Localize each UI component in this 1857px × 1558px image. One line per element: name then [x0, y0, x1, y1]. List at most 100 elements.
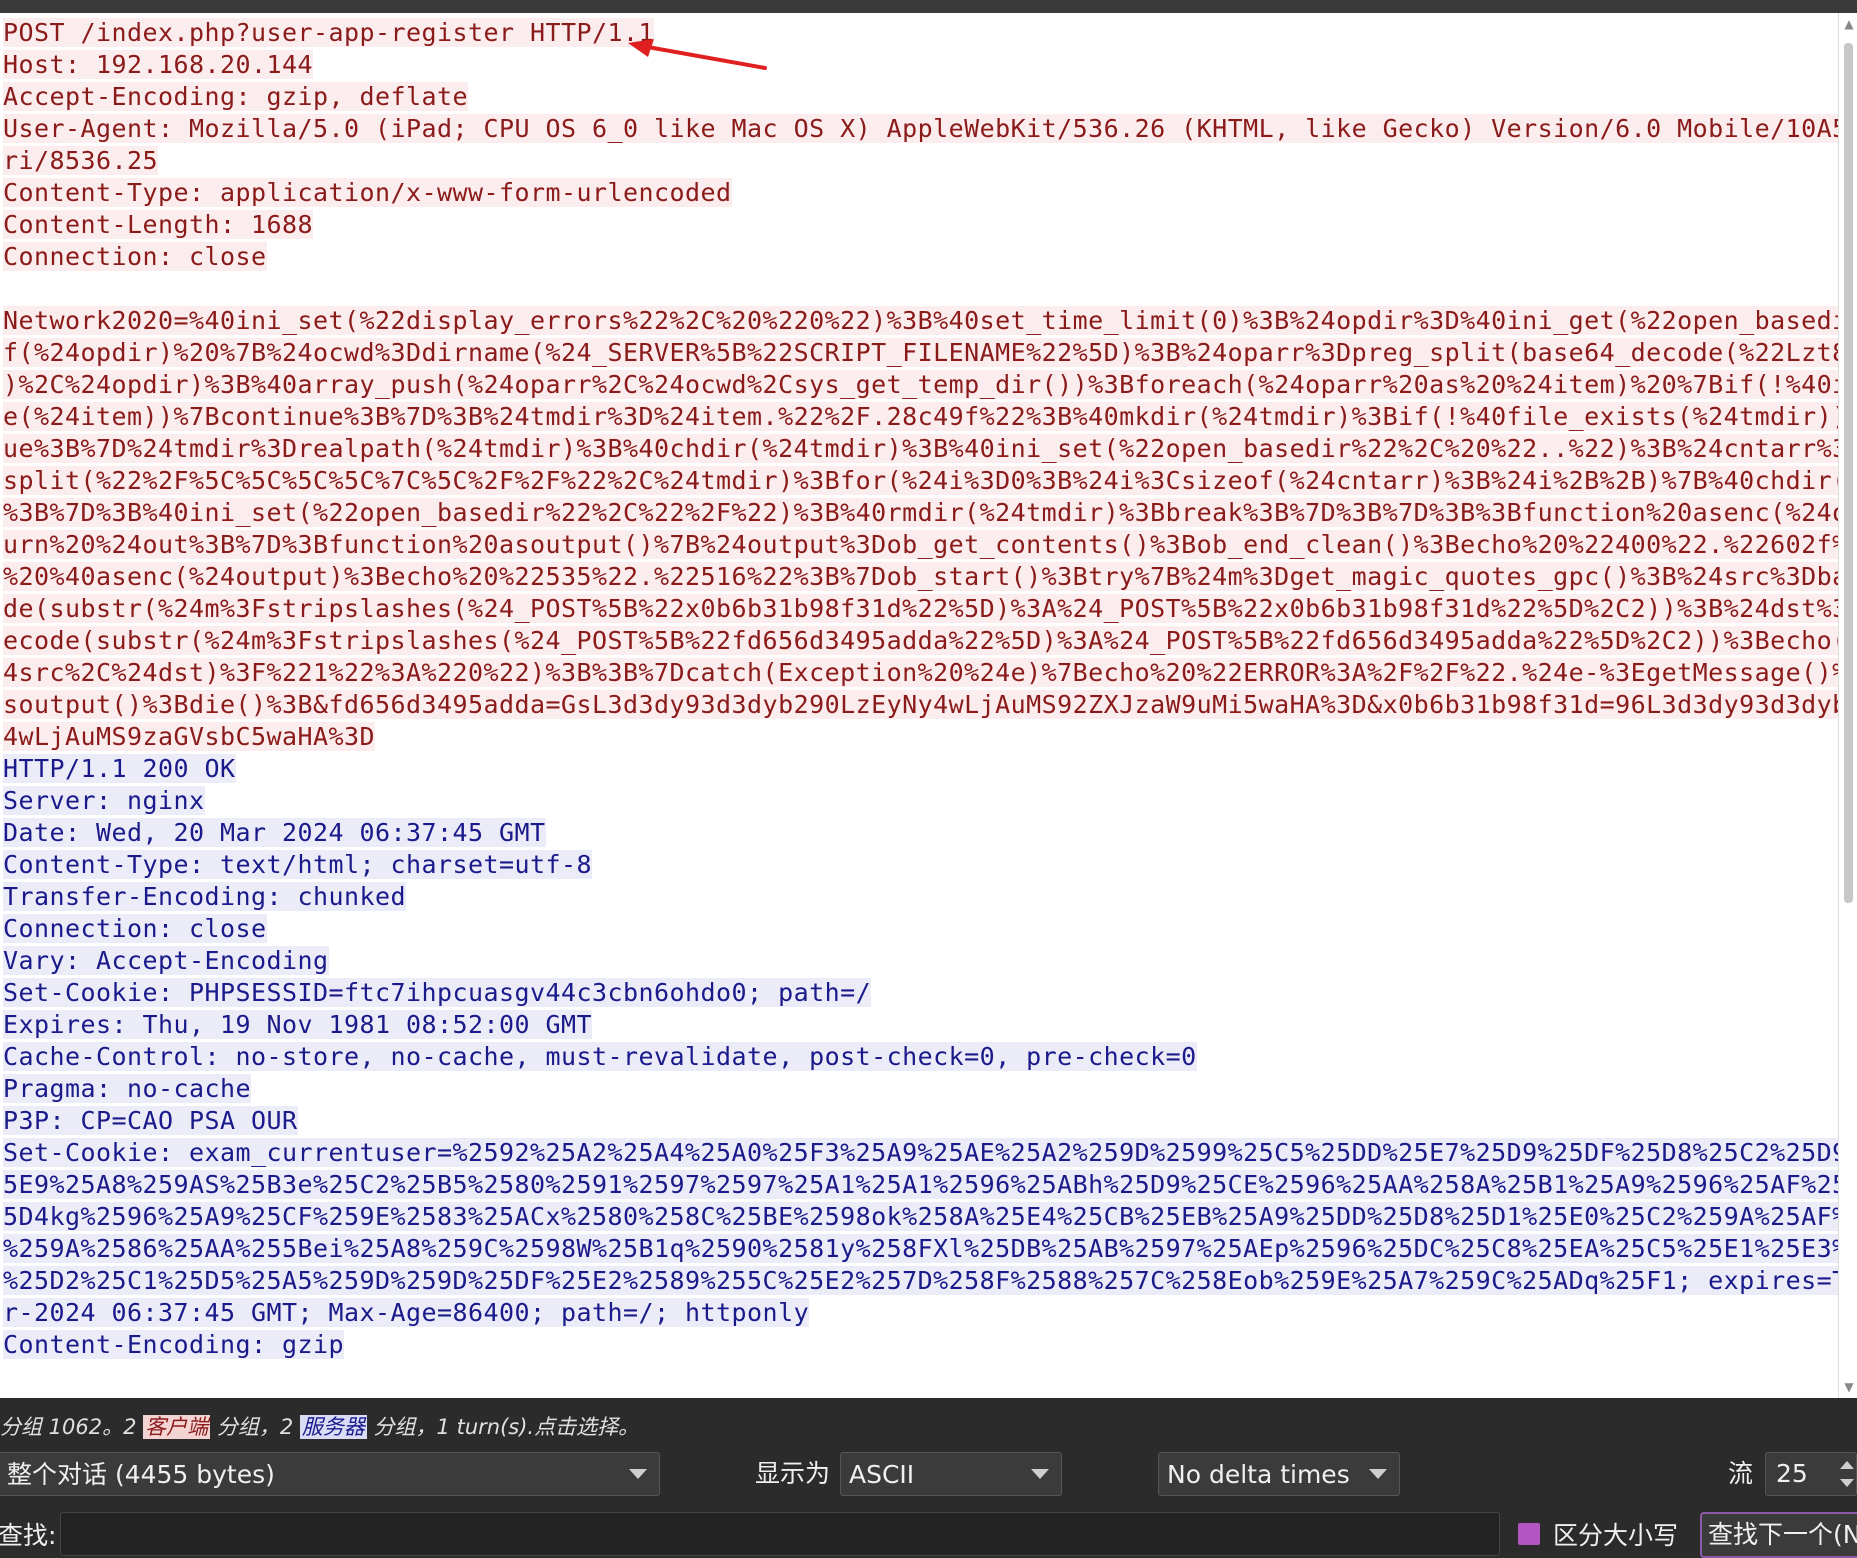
server-text[interactable]: Date: Wed, 20 Mar 2024 06:37:45 GMT: [3, 818, 546, 847]
conversation-select[interactable]: 整个对话 (4455 bytes): [0, 1452, 660, 1496]
client-line: ecode(substr(%24m%3Fstripslashes(%24_POS…: [3, 625, 1838, 657]
server-line: Pragma: no-cache: [3, 1073, 1838, 1105]
client-text[interactable]: 4src%2C%24dst)%3F%221%22%3A%220%22)%3B%3…: [3, 658, 1838, 687]
chevron-down-icon: [629, 1469, 647, 1479]
server-text[interactable]: Connection: close: [3, 914, 267, 943]
client-text[interactable]: Host: 192.168.20.144: [3, 50, 314, 79]
chevron-down-icon: [1031, 1469, 1049, 1479]
find-next-button[interactable]: 查找下一个(N): [1700, 1512, 1857, 1558]
client-text[interactable]: %3B%7D%3B%40ini_set(%22open_basedir%22%2…: [3, 498, 1838, 527]
vertical-scrollbar[interactable]: ▲ ▼: [1838, 13, 1857, 1398]
client-text[interactable]: POST /index.php?user-app-register HTTP/1…: [3, 18, 655, 47]
client-line: soutput()%3Bdie()%3B&fd656d3495adda=GsL3…: [3, 689, 1838, 721]
spin-up-icon[interactable]: [1840, 1461, 1854, 1469]
stream-number-value: 25: [1776, 1459, 1808, 1488]
stream-label: 流: [1728, 1459, 1754, 1488]
scroll-down-icon[interactable]: ▼: [1842, 1380, 1856, 1394]
client-line: f(%24opdir)%20%7B%24ocwd%3Ddirname(%24_S…: [3, 337, 1838, 369]
server-text[interactable]: Transfer-Encoding: chunked: [3, 882, 407, 911]
checkbox-checked-icon[interactable]: [1518, 1523, 1540, 1545]
delta-times-select[interactable]: No delta times: [1158, 1452, 1400, 1496]
chevron-down-icon: [1369, 1469, 1387, 1479]
server-text[interactable]: Set-Cookie: exam_currentuser=%2592%25A2%…: [3, 1138, 1838, 1167]
server-line: Vary: Accept-Encoding: [3, 945, 1838, 977]
client-line: 4src%2C%24dst)%3F%221%22%3A%220%22)%3B%3…: [3, 657, 1838, 689]
client-text[interactable]: ri/8536.25: [3, 146, 159, 175]
stream-status-line: 分组 1062。2 客户端 分组，2 服务器 分组，1 turn(s).点击选择…: [0, 1410, 639, 1444]
client-badge[interactable]: 客户端: [143, 1415, 211, 1439]
server-line: Set-Cookie: exam_currentuser=%2592%25A2%…: [3, 1137, 1838, 1169]
client-text[interactable]: ecode(substr(%24m%3Fstripslashes(%24_POS…: [3, 626, 1838, 655]
client-line: ue%3B%7D%24tmdir%3Drealpath(%24tmdir)%3B…: [3, 433, 1838, 465]
client-text[interactable]: 4wLjAuMS9zaGVsbC5waHA%3D: [3, 722, 376, 751]
client-text[interactable]: e(%24item))%7Bcontinue%3B%7D%3B%24tmdir%…: [3, 402, 1838, 431]
client-text[interactable]: Connection: close: [3, 242, 267, 271]
stream-text[interactable]: POST /index.php?user-app-register HTTP/1…: [3, 17, 1838, 1361]
client-text[interactable]: Content-Type: application/x-www-form-url…: [3, 178, 732, 207]
client-line: 4wLjAuMS9zaGVsbC5waHA%3D: [3, 721, 1838, 753]
find-bar: 查找: 区分大小写 查找下一个(N): [0, 1512, 1857, 1558]
server-line: 5D4kg%2596%25A9%25CF%259E%2583%25ACx%258…: [3, 1201, 1838, 1233]
follow-tcp-stream-window: POST /index.php?user-app-register HTTP/1…: [0, 0, 1857, 1558]
find-input[interactable]: [60, 1512, 1500, 1556]
server-text[interactable]: Pragma: no-cache: [3, 1074, 252, 1103]
server-text[interactable]: %259A%2586%25AA%255Bei%25A8%259C%2598W%2…: [3, 1234, 1838, 1263]
client-text[interactable]: de(substr(%24m%3Fstripslashes(%24_POST%5…: [3, 594, 1838, 623]
scroll-up-icon[interactable]: ▲: [1842, 17, 1856, 31]
server-text[interactable]: 5E9%25A8%259AS%25B3e%25C2%25B5%2580%2591…: [3, 1170, 1838, 1199]
client-text[interactable]: split(%22%2F%5C%5C%5C%5C%7C%5C%2F%2F%22%…: [3, 466, 1838, 495]
client-text[interactable]: Network2020=%40ini_set(%22display_errors…: [3, 306, 1838, 335]
scrollbar-thumb[interactable]: [1844, 43, 1853, 903]
case-sensitive-label[interactable]: 区分大小写: [1553, 1514, 1678, 1558]
client-text[interactable]: ue%3B%7D%24tmdir%3Drealpath(%24tmdir)%3B…: [3, 434, 1838, 463]
client-text[interactable]: Accept-Encoding: gzip, deflate: [3, 82, 469, 111]
stream-content-area[interactable]: POST /index.php?user-app-register HTTP/1…: [0, 13, 1838, 1398]
client-text[interactable]: soutput()%3Bdie()%3B&fd656d3495adda=GsL3…: [3, 690, 1838, 719]
conversation-select-value: 整个对话 (4455 bytes): [7, 1460, 275, 1489]
client-line: )%2C%24opdir)%3B%40array_push(%24oparr%2…: [3, 369, 1838, 401]
server-text[interactable]: Expires: Thu, 19 Nov 1981 08:52:00 GMT: [3, 1010, 593, 1039]
server-badge[interactable]: 服务器: [299, 1415, 367, 1439]
client-text[interactable]: )%2C%24opdir)%3B%40array_push(%24oparr%2…: [3, 370, 1838, 399]
client-line: [3, 273, 1838, 305]
server-text[interactable]: HTTP/1.1 200 OK: [3, 754, 236, 783]
server-text[interactable]: r-2024 06:37:45 GMT; Max-Age=86400; path…: [3, 1298, 810, 1327]
delta-times-select-value: No delta times: [1167, 1460, 1350, 1489]
show-as-select[interactable]: ASCII: [840, 1452, 1062, 1496]
server-text[interactable]: Content-Type: text/html; charset=utf-8: [3, 850, 593, 879]
status-prefix: 分组 1062。2: [0, 1415, 144, 1439]
server-line: P3P: CP=CAO PSA OUR: [3, 1105, 1838, 1137]
client-text[interactable]: User-Agent: Mozilla/5.0 (iPad; CPU OS 6_…: [3, 114, 1838, 143]
server-text[interactable]: Content-Encoding: gzip: [3, 1330, 345, 1359]
server-line: 5E9%25A8%259AS%25B3e%25C2%25B5%2580%2591…: [3, 1169, 1838, 1201]
server-line: %25D2%25C1%25D5%25A5%259D%259D%25DF%25E2…: [3, 1265, 1838, 1297]
client-line: urn%20%24out%3B%7D%3Bfunction%20asoutput…: [3, 529, 1838, 561]
client-text[interactable]: %20%40asenc(%24output)%3Becho%20%22535%2…: [3, 562, 1838, 591]
server-line: Connection: close: [3, 913, 1838, 945]
server-text[interactable]: 5D4kg%2596%25A9%25CF%259E%2583%25ACx%258…: [3, 1202, 1838, 1231]
server-line: Set-Cookie: PHPSESSID=ftc7ihpcuasgv44c3c…: [3, 977, 1838, 1009]
stream-number-spinbox[interactable]: 25: [1765, 1452, 1857, 1496]
client-line: User-Agent: Mozilla/5.0 (iPad; CPU OS 6_…: [3, 113, 1838, 145]
server-line: Cache-Control: no-store, no-cache, must-…: [3, 1041, 1838, 1073]
top-strip: [0, 0, 1857, 13]
client-line: Content-Type: application/x-www-form-url…: [3, 177, 1838, 209]
server-text[interactable]: P3P: CP=CAO PSA OUR: [3, 1106, 298, 1135]
server-line: Server: nginx: [3, 785, 1838, 817]
client-text[interactable]: f(%24opdir)%20%7B%24ocwd%3Ddirname(%24_S…: [3, 338, 1838, 367]
client-text[interactable]: Content-Length: 1688: [3, 210, 314, 239]
client-line: Network2020=%40ini_set(%22display_errors…: [3, 305, 1838, 337]
client-line: e(%24item))%7Bcontinue%3B%7D%3B%24tmdir%…: [3, 401, 1838, 433]
server-text[interactable]: Server: nginx: [3, 786, 205, 815]
client-line: Host: 192.168.20.144: [3, 49, 1838, 81]
server-text[interactable]: Vary: Accept-Encoding: [3, 946, 329, 975]
server-text[interactable]: Set-Cookie: PHPSESSID=ftc7ihpcuasgv44c3c…: [3, 978, 872, 1007]
server-text[interactable]: Cache-Control: no-store, no-cache, must-…: [3, 1042, 1197, 1071]
server-line: %259A%2586%25AA%255Bei%25A8%259C%2598W%2…: [3, 1233, 1838, 1265]
find-label: 查找:: [0, 1521, 57, 1550]
status-suffix: 分组，1 turn(s).点击选择。: [366, 1415, 640, 1439]
server-text[interactable]: %25D2%25C1%25D5%25A5%259D%259D%25DF%25E2…: [3, 1266, 1838, 1295]
spin-down-icon[interactable]: [1840, 1479, 1854, 1487]
server-line: Date: Wed, 20 Mar 2024 06:37:45 GMT: [3, 817, 1838, 849]
client-text[interactable]: urn%20%24out%3B%7D%3Bfunction%20asoutput…: [3, 530, 1838, 559]
